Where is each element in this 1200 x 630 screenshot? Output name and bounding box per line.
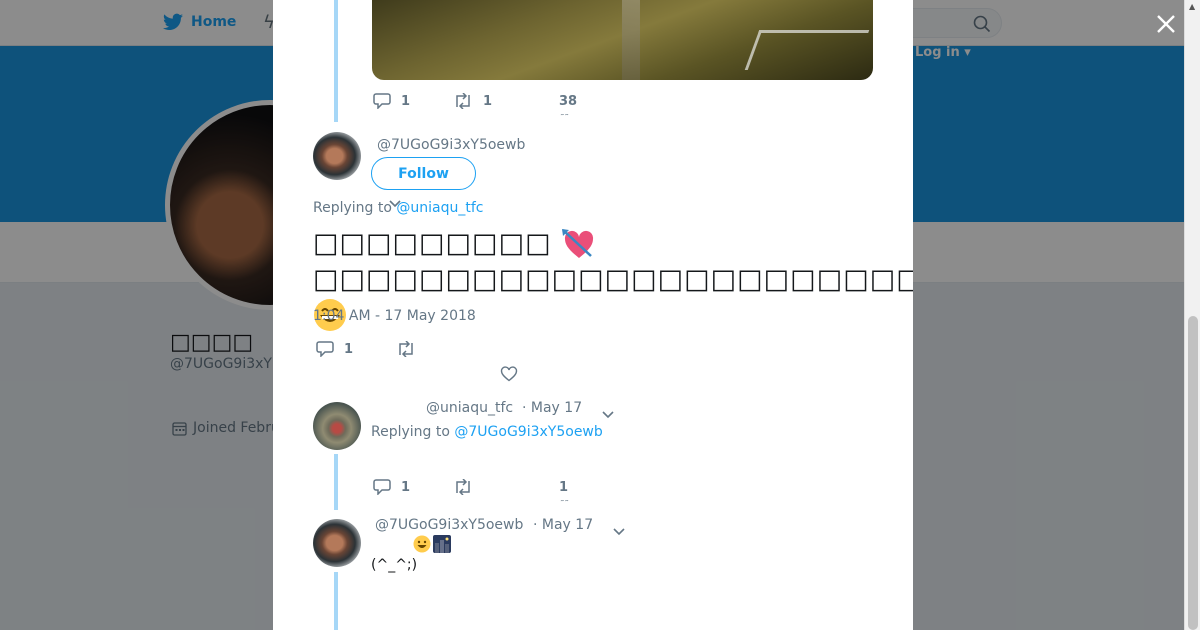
media-detail	[622, 0, 640, 80]
reply1-avatar[interactable]	[313, 402, 361, 450]
city-night-icon	[433, 535, 451, 553]
main-tweet-avatar[interactable]	[313, 132, 361, 180]
heart-arrow-icon	[562, 228, 594, 258]
retweet-button[interactable]: 1	[453, 93, 559, 109]
scroll-up-arrow-icon[interactable]: ▲	[1189, 2, 1195, 11]
reply-button[interactable]: 1	[373, 479, 453, 495]
page-scrollbar[interactable]: ▲	[1184, 0, 1200, 630]
reply-icon	[316, 341, 334, 357]
prev-tweet-actions: 1 1 38	[373, 93, 577, 109]
main-tweet-line2: □□□□□□□□□□□□□□□□□□□□□□□□□□□	[313, 263, 913, 295]
thread-line	[334, 454, 338, 510]
replying-to-link[interactable]: @uniaqu_tfc	[396, 200, 483, 216]
reply1-replying: Replying to @7UGoG9i3xY5oewb	[371, 424, 603, 440]
reply-icon	[373, 93, 391, 109]
main-tweet-timestamp[interactable]: 1:04 AM - 17 May 2018	[313, 308, 476, 324]
reply-count: 1	[401, 93, 411, 109]
replying-to-link[interactable]: @7UGoG9i3xY5oewb	[454, 424, 602, 440]
reply-button[interactable]: 1	[316, 341, 396, 357]
like-count: 38	[559, 93, 578, 109]
heart-icon	[500, 366, 518, 382]
reply1-date[interactable]: · May 17	[522, 400, 582, 416]
smiley-icon	[413, 535, 431, 553]
reply-count: 1	[401, 479, 411, 495]
reply-button[interactable]: 1	[373, 93, 453, 109]
close-icon	[1157, 15, 1175, 33]
like-count: 1	[559, 479, 569, 495]
like-count-sub: ˜˜	[560, 500, 569, 510]
reply2-date[interactable]: · May 17	[533, 517, 593, 533]
like-count-area[interactable]: 38	[559, 94, 577, 109]
main-tweet-line1: □□□□□□□□□	[313, 228, 552, 259]
retweet-icon	[456, 93, 470, 109]
retweet-icon	[399, 341, 413, 357]
reply2-handle[interactable]: @7UGoG9i3xY5oewb	[375, 517, 523, 533]
scroll-thumb[interactable]	[1188, 316, 1198, 630]
retweet-button[interactable]	[396, 341, 416, 357]
retweet-button[interactable]	[453, 479, 559, 495]
reply1-handle[interactable]: @uniaqu_tfc	[426, 400, 513, 416]
retweet-count: 1	[483, 93, 493, 109]
follow-button[interactable]: Follow	[371, 157, 476, 190]
close-modal-button[interactable]	[1154, 12, 1178, 36]
reply-count: 1	[344, 341, 354, 357]
media-detail	[744, 30, 870, 70]
retweet-icon	[456, 479, 470, 495]
chevron-down-icon[interactable]	[602, 404, 614, 423]
main-tweet-actions: 1	[316, 341, 416, 357]
main-tweet-replying: Replying to @uniaqu_tfc	[313, 200, 483, 216]
thread-line	[334, 572, 338, 630]
reply2-text: (^_^;)	[371, 557, 418, 573]
tweet-modal: 1 1 38 ˜˜ @7UGoG9i3xY5oewb Follow Replyi…	[273, 0, 913, 630]
tweet-media-image[interactable]	[372, 0, 873, 80]
like-count-area[interactable]: 1	[559, 480, 568, 495]
reply2-avatar[interactable]	[313, 519, 361, 567]
reply2-emoji-row	[413, 535, 451, 553]
reply-icon	[373, 479, 391, 495]
replying-prefix: Replying to	[371, 424, 450, 440]
like-button[interactable]	[500, 366, 518, 386]
reply1-actions: 1 1	[373, 479, 568, 495]
like-count-sub: ˜˜	[560, 114, 569, 124]
replying-prefix: Replying to	[313, 200, 392, 216]
main-tweet-handle[interactable]: @7UGoG9i3xY5oewb	[377, 137, 525, 153]
thread-line	[334, 0, 338, 122]
chevron-down-icon[interactable]	[613, 521, 625, 540]
